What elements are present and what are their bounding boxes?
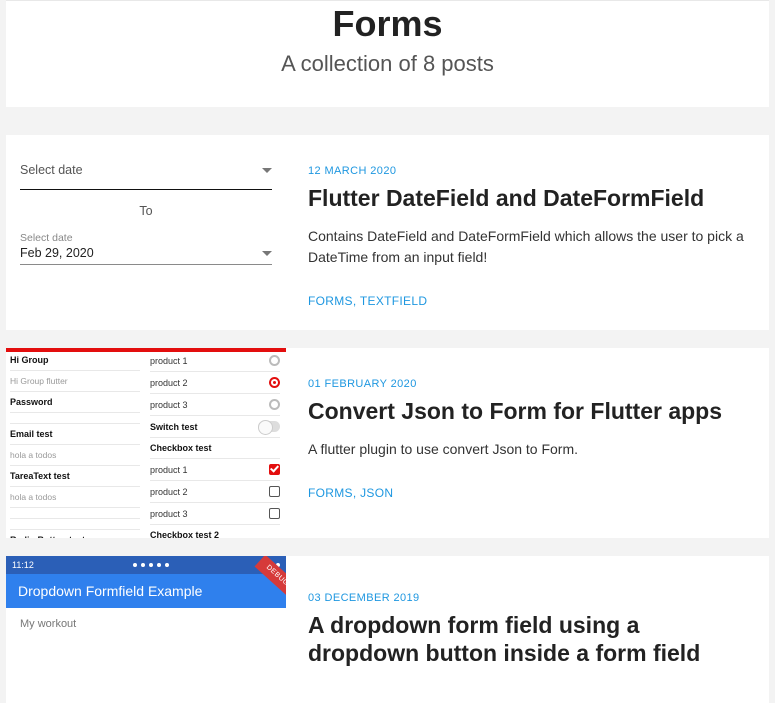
date-value: Feb 29, 2020 (20, 246, 94, 260)
post-card: Hi GroupHi Group flutterPassword Email te… (6, 348, 769, 538)
list-item: hola a todos (10, 487, 140, 508)
list-item: product 3 (150, 394, 280, 416)
tag-link[interactable]: JSON (360, 486, 393, 500)
post-thumbnail[interactable]: Select date To Select date Feb 29, 2020 (6, 135, 286, 330)
list-item (10, 519, 140, 530)
list-item: Checkbox test 2 (150, 525, 280, 538)
post-title-link[interactable]: A dropdown form field using a dropdown b… (308, 612, 700, 666)
page-header: Forms A collection of 8 posts (6, 0, 769, 107)
list-item: product 2 (150, 481, 280, 503)
checkbox-icon (269, 486, 280, 497)
list-item: Email test (10, 424, 140, 445)
list-item: Checkbox test (150, 438, 280, 459)
select-date-label-2: Select date (20, 232, 272, 244)
list-item (10, 413, 140, 424)
app-bar-title: Dropdown Formfield Example (18, 583, 202, 599)
status-icons (133, 563, 169, 567)
list-item: Hi Group (10, 350, 140, 371)
clock: 11:12 (12, 560, 34, 570)
checkbox-icon (269, 508, 280, 519)
post-title-link[interactable]: Convert Json to Form for Flutter apps (308, 398, 722, 424)
list-item: Hi Group flutter (10, 371, 140, 392)
radio-icon (269, 355, 280, 366)
list-item: TareaText test (10, 466, 140, 487)
post-title: Convert Json to Form for Flutter apps (308, 397, 745, 425)
post-tags: FORMS, JSON (308, 486, 745, 500)
post-thumbnail[interactable]: Hi GroupHi Group flutterPassword Email te… (6, 348, 286, 538)
post-title: Flutter DateField and DateFormField (308, 184, 745, 212)
checkbox-icon (269, 464, 280, 475)
app-bar: Dropdown Formfield Example DEBUG (6, 574, 286, 608)
list-item: Radio Button tests (10, 530, 140, 538)
post-card: Select date To Select date Feb 29, 2020 … (6, 135, 769, 330)
select-date-label: Select date (20, 163, 83, 177)
post-title: A dropdown form field using a dropdown b… (308, 611, 745, 667)
post-date: 12 MARCH 2020 (308, 165, 745, 177)
radio-icon (269, 377, 280, 388)
tag-link[interactable]: FORMS (308, 486, 353, 500)
page-title: Forms (26, 1, 749, 45)
post-date: 01 FEBRUARY 2020 (308, 378, 745, 390)
to-label: To (20, 204, 272, 218)
json-form-mock: Hi GroupHi Group flutterPassword Email te… (6, 348, 286, 538)
post-excerpt: A flutter plugin to use convert Json to … (308, 439, 745, 460)
radio-icon (269, 399, 280, 410)
page-subtitle: A collection of 8 posts (26, 51, 749, 77)
list-item: product 1 (150, 350, 280, 372)
dropdown-app-mock: 11:12 Dropdown Formfield Example DEBUG M… (6, 556, 286, 634)
tag-link[interactable]: FORMS (308, 294, 353, 308)
status-bar: 11:12 (6, 556, 286, 574)
list-item: product 2 (150, 372, 280, 394)
post-title-link[interactable]: Flutter DateField and DateFormField (308, 185, 704, 211)
list-item: product 3 (150, 503, 280, 525)
tag-link[interactable]: TEXTFIELD (360, 294, 427, 308)
chevron-down-icon (262, 251, 272, 256)
post-thumbnail[interactable]: 11:12 Dropdown Formfield Example DEBUG M… (6, 556, 286, 634)
post-tags: FORMS, TEXTFIELD (308, 294, 745, 308)
chevron-down-icon (262, 168, 272, 173)
list-item: Password (10, 392, 140, 413)
post-date: 03 DECEMBER 2019 (308, 592, 745, 604)
post-card: 11:12 Dropdown Formfield Example DEBUG M… (6, 556, 769, 703)
list-item: Switch test (150, 416, 280, 438)
list-item (10, 508, 140, 519)
switch-icon (258, 421, 280, 432)
field-label: My workout (20, 618, 272, 630)
list-item: hola a todos (10, 445, 140, 466)
date-form-mock: Select date To Select date Feb 29, 2020 (6, 135, 286, 277)
list-item: product 1 (150, 459, 280, 481)
post-excerpt: Contains DateField and DateFormField whi… (308, 226, 745, 268)
